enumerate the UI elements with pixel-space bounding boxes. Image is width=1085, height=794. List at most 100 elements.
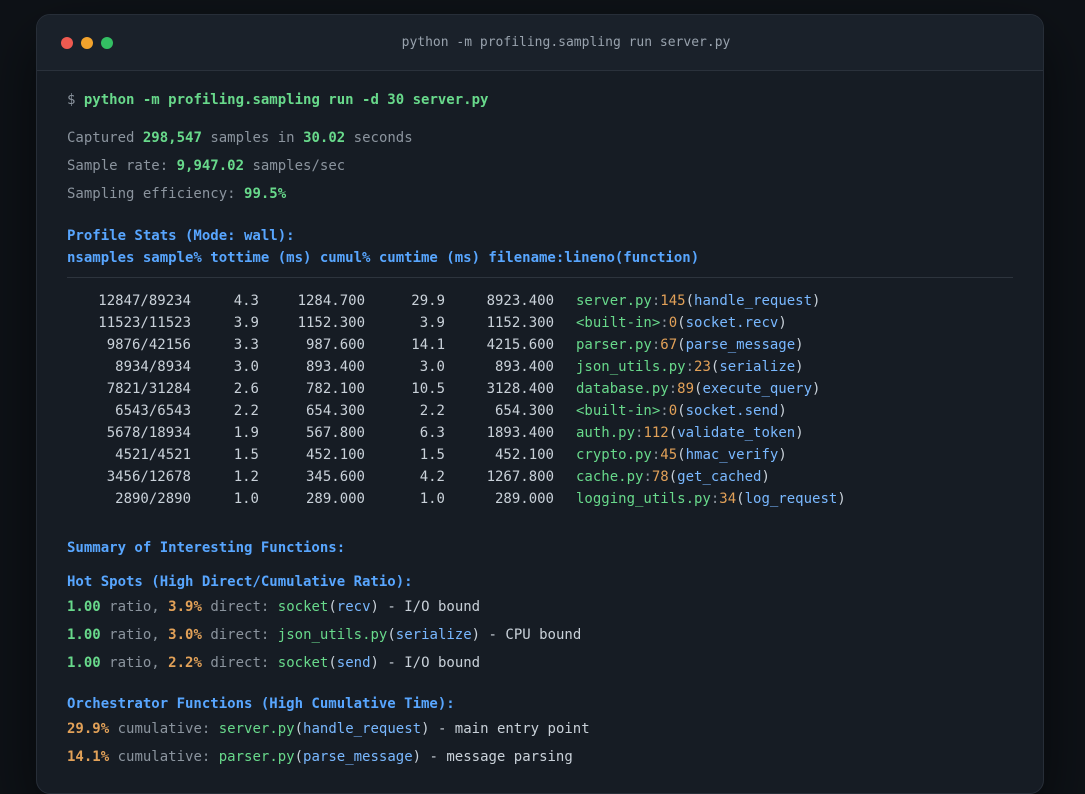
close-button[interactable]: [61, 36, 73, 49]
direct-pct: 2.2%: [168, 655, 202, 671]
nsamples-cell: 7821/31284: [106, 381, 191, 397]
orchestrator-target: server.py(handle_request): [219, 721, 430, 737]
location-cell: <built-in>:0(socket.send): [576, 400, 787, 422]
target-name: socket: [277, 599, 329, 615]
cumul-pct-cell: 1.0: [419, 491, 445, 507]
function-name: serialize: [719, 359, 796, 375]
direct-pct: 3.0%: [168, 627, 202, 643]
location-cell: parser.py:67(parse_message): [576, 334, 804, 356]
function-name: parse_message: [685, 337, 796, 353]
efficiency-label: Sampling efficiency:: [67, 186, 236, 202]
table-row: 12847/89234 4.3 1284.700 29.9 8923.400 server…: [67, 290, 1013, 312]
terminal-window: python -m profiling.sampling run server.…: [36, 14, 1044, 794]
sample-pct-cell: 1.2: [233, 469, 259, 485]
tottime-cell: 567.800: [305, 425, 365, 441]
open-paren: (: [677, 337, 686, 353]
rate-unit: samples/sec: [252, 158, 346, 174]
line-number: 89: [677, 381, 695, 397]
function-name: send: [336, 655, 371, 671]
command-line: $ python -m profiling.sampling run -d 30…: [67, 89, 1013, 111]
captured-mid: samples in: [210, 130, 295, 146]
file-name: auth.py: [576, 425, 636, 441]
file-name: <built-in>: [576, 403, 661, 419]
close-paren: ): [795, 337, 804, 353]
direct-label: direct:: [210, 599, 270, 615]
colon: :: [660, 315, 669, 331]
file-name: parser.py: [576, 337, 652, 353]
rate-label: Sample rate:: [67, 158, 169, 174]
bound-note: - I/O bound: [387, 655, 481, 671]
tottime-cell: 1284.700: [297, 293, 365, 309]
sample-pct-cell: 1.5: [233, 447, 259, 463]
close-paren: ): [471, 627, 481, 643]
open-paren: (: [294, 721, 304, 737]
function-name: get_cached: [677, 469, 762, 485]
table-row: 5678/18934 1.9 567.800 6.3 1893.400 auth.py:1…: [67, 422, 1013, 444]
open-paren: (: [328, 599, 337, 615]
tottime-cell: 782.100: [305, 381, 365, 397]
close-paren: ): [761, 469, 770, 485]
hot-spot-row: 1.00 ratio, 2.2% direct: socket(send) - …: [67, 652, 1013, 674]
open-paren: (: [736, 491, 745, 507]
efficiency-line: Sampling efficiency: 99.5%: [67, 183, 1013, 205]
tottime-cell: 987.600: [305, 337, 365, 353]
file-name: database.py: [576, 381, 669, 397]
cumtime-cell: 1267.800: [486, 469, 554, 485]
orchestrator-target: parser.py(parse_message): [219, 749, 421, 765]
table-row: 4521/4521 1.5 452.100 1.5 452.100 crypto.py:4…: [67, 444, 1013, 466]
cumul-pct-cell: 3.9: [419, 315, 445, 331]
cumulative-label: cumulative:: [117, 749, 211, 765]
cumul-pct-cell: 14.1: [411, 337, 445, 353]
minimize-button[interactable]: [81, 36, 93, 49]
line-number: 0: [668, 403, 678, 419]
sample-pct-cell: 2.6: [233, 381, 259, 397]
role-note: - main entry point: [437, 721, 590, 737]
nsamples-cell: 6543/6543: [115, 403, 191, 419]
sample-pct-cell: 1.0: [233, 491, 259, 507]
tottime-cell: 654.300: [305, 403, 365, 419]
cumulative-label: cumulative:: [117, 721, 211, 737]
bound-note: - I/O bound: [387, 599, 481, 615]
cumulative-pct: 14.1%: [67, 749, 110, 765]
target-name: parser.py: [218, 749, 295, 765]
summary-title: Summary of Interesting Functions:: [67, 540, 346, 556]
hot-spots-title: Hot Spots (High Direct/Cumulative Ratio)…: [67, 574, 413, 590]
location-cell: logging_utils.py:34(log_request): [576, 488, 846, 510]
sample-rate-line: Sample rate: 9,947.02 samples/sec: [67, 155, 1013, 177]
location-cell: crypto.py:45(hmac_verify): [576, 444, 787, 466]
nsamples-cell: 11523/11523: [98, 315, 191, 331]
line-number: 67: [660, 337, 678, 353]
close-paren: ): [795, 359, 804, 375]
cumtime-cell: 8923.400: [486, 293, 554, 309]
hot-spot-target: json_utils.py(serialize): [278, 627, 480, 643]
nsamples-cell: 3456/12678: [106, 469, 191, 485]
ratio-label: ratio,: [109, 599, 160, 615]
ratio-value: 1.00: [67, 655, 101, 671]
close-paren: ): [421, 721, 430, 737]
tottime-cell: 452.100: [305, 447, 365, 463]
tottime-cell: 893.400: [305, 359, 365, 375]
close-paren: ): [370, 599, 379, 615]
nsamples-cell: 8934/8934: [115, 359, 191, 375]
table-row: 6543/6543 2.2 654.300 2.2 654.300 <built-in>:…: [67, 400, 1013, 422]
nsamples-cell: 9876/42156: [106, 337, 191, 353]
hot-spot-row: 1.00 ratio, 3.9% direct: socket(recv) - …: [67, 596, 1013, 618]
cumul-pct-cell: 2.2: [419, 403, 445, 419]
colon: :: [660, 403, 669, 419]
file-name: json_utils.py: [576, 359, 686, 375]
cumtime-cell: 893.400: [494, 359, 554, 375]
open-paren: (: [677, 447, 686, 463]
profile-stats-title: Profile Stats (Mode: wall):: [67, 228, 295, 244]
cumul-pct-cell: 4.2: [419, 469, 445, 485]
sample-pct-cell: 3.9: [233, 315, 259, 331]
role-note: - message parsing: [429, 749, 573, 765]
cumul-pct-cell: 1.5: [419, 447, 445, 463]
target-name: json_utils.py: [277, 627, 388, 643]
line-number: 45: [660, 447, 678, 463]
open-paren: (: [677, 315, 686, 331]
duration-value: 30.02: [303, 130, 346, 146]
table-row: 9876/42156 3.3 987.600 14.1 4215.600 parser.p…: [67, 334, 1013, 356]
target-name: socket: [277, 655, 329, 671]
function-name: hmac_verify: [685, 447, 779, 463]
maximize-button[interactable]: [101, 36, 113, 49]
